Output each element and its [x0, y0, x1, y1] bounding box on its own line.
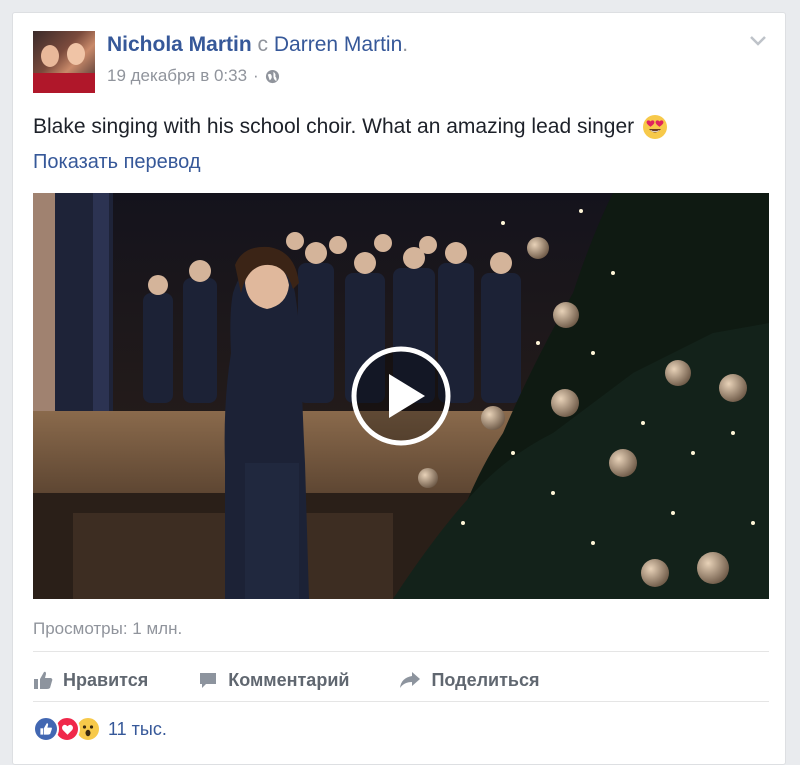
- author-name-link[interactable]: Nichola Martin: [107, 33, 252, 56]
- like-label: Нравится: [63, 669, 149, 690]
- author-avatar[interactable]: [33, 31, 95, 93]
- post-message: Blake singing with his school choir. Wha…: [33, 115, 635, 138]
- post-header: Nichola Martin с Darren Martin.: [107, 33, 408, 57]
- post-meta: 19 декабря в 0:33 ·: [107, 66, 280, 86]
- like-reaction-icon: [33, 716, 59, 742]
- comment-button[interactable]: Комментарий: [198, 670, 349, 691]
- heart-eyes-emoji-icon: [643, 115, 668, 139]
- like-button[interactable]: Нравится: [33, 670, 148, 691]
- post-text: Blake singing with his school choir. Wha…: [33, 114, 668, 140]
- tagged-person-link[interactable]: Darren Martin: [274, 33, 402, 56]
- avatar-face: [67, 43, 85, 65]
- reactions-summary[interactable]: 11 тыс.: [33, 716, 167, 742]
- post-actions-bar: Нравится Комментарий Поделиться: [33, 665, 769, 695]
- divider: [33, 651, 769, 652]
- thumbs-up-icon: [34, 671, 53, 689]
- comment-icon: [200, 673, 217, 688]
- chevron-down-icon[interactable]: [749, 35, 767, 47]
- play-icon[interactable]: [351, 346, 451, 446]
- avatar-face: [41, 45, 59, 67]
- globe-icon[interactable]: [265, 69, 280, 84]
- video-player[interactable]: [33, 193, 769, 599]
- with-word: с: [257, 33, 269, 56]
- share-icon: [400, 672, 421, 688]
- meta-separator: ·: [253, 66, 259, 85]
- divider: [33, 701, 769, 702]
- show-translation-link[interactable]: Показать перевод: [33, 151, 201, 174]
- post-timestamp[interactable]: 19 декабря в 0:33: [107, 66, 247, 86]
- post-card: Nichola Martin с Darren Martin. 19 декаб…: [12, 12, 786, 765]
- share-button[interactable]: Поделиться: [399, 670, 539, 691]
- avatar-clothing: [33, 73, 95, 93]
- comment-label: Комментарий: [228, 669, 350, 690]
- tagged-suffix: .: [402, 33, 409, 56]
- video-views-count: Просмотры: 1 млн.: [33, 619, 183, 638]
- reaction-count[interactable]: 11 тыс.: [108, 719, 167, 740]
- share-label: Поделиться: [431, 669, 540, 690]
